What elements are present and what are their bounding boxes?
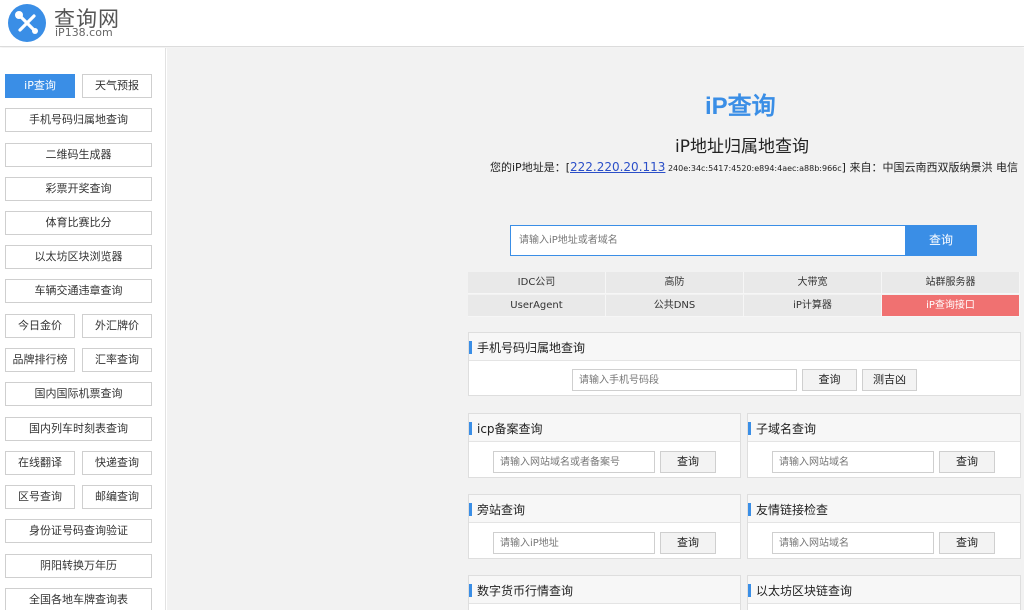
- ip-query-logo: iP查询: [705, 93, 776, 120]
- sidebar-item-brand-rank[interactable]: 品牌排行榜: [5, 348, 75, 372]
- site-domain[interactable]: iP138.com: [55, 26, 113, 39]
- ip-prefix: 您的iP地址是：[: [490, 161, 570, 174]
- subdomain-panel: 子域名查询 查询: [747, 413, 1021, 478]
- panel-header: 手机号码归属地查询: [469, 333, 1020, 361]
- sidebar-item-sports[interactable]: 体育比赛比分: [5, 211, 152, 235]
- sidebar-item-postcode[interactable]: 邮编查询: [82, 485, 152, 509]
- grid-item-idc[interactable]: IDC公司: [468, 272, 606, 294]
- panel-header: 子域名查询: [748, 414, 1020, 442]
- friend-link-query-button[interactable]: 查询: [939, 532, 995, 554]
- accent-bar: [748, 584, 751, 597]
- accent-bar: [748, 422, 751, 435]
- ethereum-lookup-panel: 以太坊区块链查询: [747, 575, 1021, 610]
- panel-title: 友情链接检查: [756, 503, 829, 517]
- panel-title: icp备案查询: [477, 422, 543, 436]
- accent-bar: [469, 584, 472, 597]
- page-title: iP地址归属地查询: [675, 137, 809, 157]
- ipv6-address: 240e:34c:5417:4520:e894:4aec:a88b:966c: [665, 164, 842, 173]
- grid-item-bandwidth[interactable]: 大带宽: [744, 272, 882, 294]
- crypto-quote-panel: 数字货币行情查询: [468, 575, 741, 610]
- sidebar-item-train-schedule[interactable]: 国内列车时刻表查询: [5, 417, 152, 441]
- sidebar-item-translate[interactable]: 在线翻译: [5, 451, 75, 475]
- panel-title: 以太坊区块链查询: [756, 584, 853, 598]
- friend-link-panel: 友情链接检查 查询: [747, 494, 1021, 559]
- panel-title: 手机号码归属地查询: [477, 341, 586, 355]
- sidebar-item-calendar[interactable]: 阴阳转换万年历: [5, 554, 152, 578]
- accent-bar: [469, 341, 472, 354]
- grid-item-server-cluster[interactable]: 站群服务器: [882, 272, 1020, 294]
- sidebar-item-express[interactable]: 快递查询: [82, 451, 152, 475]
- panel-header: 以太坊区块链查询: [748, 576, 1020, 604]
- sidebar-item-ethereum-explorer[interactable]: 以太坊区块浏览器: [5, 245, 152, 269]
- panel-header: 数字货币行情查询: [469, 576, 740, 604]
- side-site-query-button[interactable]: 查询: [660, 532, 716, 554]
- sidebar-item-qrcode[interactable]: 二维码生成器: [5, 143, 152, 167]
- ip-info-line: 您的iP地址是：[222.220.20.113 240e:34c:5417:45…: [490, 159, 1018, 175]
- sidebar-item-area-code[interactable]: 区号查询: [5, 485, 75, 509]
- friend-link-input[interactable]: [772, 532, 934, 554]
- ip-search-button[interactable]: 查询: [905, 225, 977, 256]
- subdomain-input[interactable]: [772, 451, 934, 473]
- icp-lookup-panel: icp备案查询 查询: [468, 413, 741, 478]
- ip-search-box: 查询: [510, 225, 977, 256]
- panel-header: 友情链接检查: [748, 495, 1020, 523]
- sidebar: iP查询 天气预报 手机号码归属地查询 二维码生成器 彩票开奖查询 体育比赛比分…: [0, 48, 166, 610]
- main-content: iP查询 iP地址归属地查询 您的iP地址是：[222.220.20.113 2…: [167, 48, 1024, 610]
- panel-title: 子域名查询: [756, 422, 817, 436]
- panel-header: 旁站查询: [469, 495, 740, 523]
- icp-input[interactable]: [493, 451, 655, 473]
- panel-header: icp备案查询: [469, 414, 740, 442]
- sidebar-item-ip-query[interactable]: iP查询: [5, 74, 75, 98]
- site-header: 查询网 iP138.com: [0, 0, 1024, 47]
- grid-item-public-dns[interactable]: 公共DNS: [606, 295, 744, 317]
- subdomain-query-button[interactable]: 查询: [939, 451, 995, 473]
- accent-bar: [748, 503, 751, 516]
- sidebar-item-id-card[interactable]: 身份证号码查询验证: [5, 519, 152, 543]
- phone-fortune-button[interactable]: 测吉凶: [862, 369, 917, 391]
- grid-item-ddos[interactable]: 高防: [606, 272, 744, 294]
- accent-bar: [469, 503, 472, 516]
- ip-location: ] 来自：中国云南西双版纳景洪 电信: [841, 161, 1018, 174]
- sidebar-item-traffic-violation[interactable]: 车辆交通违章查询: [5, 279, 152, 303]
- side-site-input[interactable]: [493, 532, 655, 554]
- panel-title: 旁站查询: [477, 503, 526, 517]
- sidebar-item-phone-lookup[interactable]: 手机号码归属地查询: [5, 108, 152, 132]
- grid-item-ip-calculator[interactable]: iP计算器: [744, 295, 882, 317]
- accent-bar: [469, 422, 472, 435]
- ip-address-link[interactable]: 222.220.20.113: [570, 160, 665, 174]
- sidebar-item-forex[interactable]: 外汇牌价: [82, 314, 152, 338]
- sidebar-item-lottery[interactable]: 彩票开奖查询: [5, 177, 152, 201]
- sidebar-item-license-plate[interactable]: 全国各地车牌查询表: [5, 588, 152, 610]
- sidebar-item-weather[interactable]: 天气预报: [82, 74, 152, 98]
- phone-input[interactable]: [572, 369, 797, 391]
- phone-query-button[interactable]: 查询: [802, 369, 857, 391]
- grid-item-ip-api[interactable]: iP查询接口: [882, 295, 1020, 317]
- panel-title: 数字货币行情查询: [477, 584, 574, 598]
- sidebar-item-exchange-rate[interactable]: 汇率查询: [82, 348, 152, 372]
- phone-lookup-panel: 手机号码归属地查询 查询 测吉凶: [468, 332, 1021, 396]
- sidebar-item-gold-price[interactable]: 今日金价: [5, 314, 75, 338]
- wrench-screwdriver-icon[interactable]: [8, 4, 46, 42]
- side-site-panel: 旁站查询 查询: [468, 494, 741, 559]
- icp-query-button[interactable]: 查询: [660, 451, 716, 473]
- ip-search-input[interactable]: [511, 226, 905, 255]
- grid-item-useragent[interactable]: UserAgent: [468, 295, 606, 317]
- sidebar-item-flights[interactable]: 国内国际机票查询: [5, 382, 152, 406]
